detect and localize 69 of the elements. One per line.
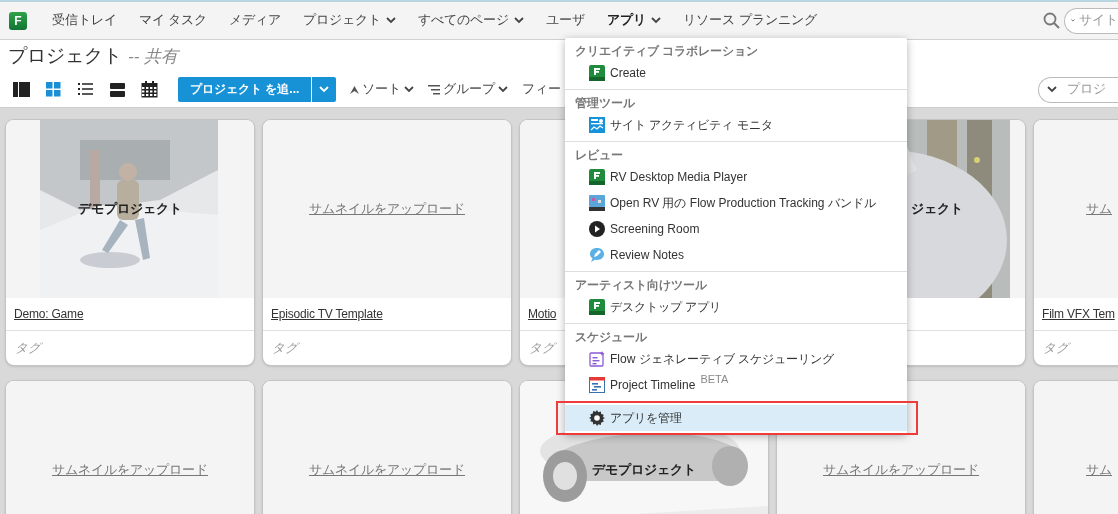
settings-icon	[589, 410, 605, 426]
group-button[interactable]: グループ	[428, 81, 509, 98]
menu-section-heading: 管理ツール	[574, 95, 636, 112]
menu-item[interactable]: サイト アクティビティ モニタ	[565, 112, 907, 138]
chevron-down-icon	[319, 86, 330, 93]
nav-tab[interactable]: プロジェクト	[292, 12, 408, 29]
app-logo-icon	[589, 169, 605, 185]
nav-tab[interactable]: ユーザ	[535, 12, 597, 29]
upload-thumbnail-link[interactable]: サムネイルをアップロード	[309, 461, 465, 479]
tag-placeholder: タグ	[529, 339, 555, 357]
tag-placeholder: タグ	[15, 339, 41, 357]
upload-thumbnail-link[interactable]: サムネイルをアップロード	[52, 461, 208, 479]
nav-tab[interactable]: 受信トレイ	[41, 12, 128, 29]
sort-icon	[350, 85, 360, 94]
add-options-button[interactable]	[312, 77, 337, 102]
nav-tab[interactable]: マイ タスク	[128, 12, 219, 29]
chevron-down-icon	[1047, 86, 1057, 93]
timeline-icon	[589, 377, 605, 393]
app-logo-icon	[589, 299, 605, 315]
dashboard-icon	[589, 117, 605, 133]
nav-tab[interactable]: すべてのページ	[407, 12, 536, 29]
app-logo[interactable]: F	[9, 11, 27, 30]
upload-thumbnail-link[interactable]: サムネイルをアップロード	[309, 200, 465, 218]
play-icon	[589, 221, 605, 237]
menu-item[interactable]: RV Desktop Media Player	[565, 164, 907, 190]
menu-item[interactable]: Flow ジェネレーティブ スケジューリング	[565, 346, 907, 372]
project-card[interactable]: サムネイルをアップロード	[263, 381, 511, 514]
menu-item[interactable]: デスクトップ アプリ	[565, 294, 907, 320]
chevron-down-icon	[404, 86, 415, 93]
project-card[interactable]: サムネイルをアップロード	[6, 381, 254, 514]
page-title: プロジェクト	[8, 44, 122, 68]
thumbnail-caption: デモプロジェクト	[78, 200, 182, 218]
filter-button[interactable]: フィー	[522, 81, 562, 98]
nav-tab[interactable]: メディア	[218, 12, 293, 29]
project-card[interactable]: サム	[1034, 381, 1118, 514]
upload-thumbnail-link[interactable]: サム	[1086, 200, 1112, 218]
menu-item[interactable]: Review Notes	[565, 242, 907, 268]
device-icon	[589, 195, 605, 211]
project-card[interactable]: サムネイルをアップロード Episodic TV Template タグ	[263, 120, 511, 365]
thumbnail-caption: デモプロジェクト	[592, 461, 696, 479]
tag-placeholder: タグ	[272, 339, 298, 357]
menu-item[interactable]: Create	[565, 60, 907, 86]
thumbnail-caption: ジェクト	[911, 200, 963, 218]
project-title-link[interactable]: Episodic TV Template	[271, 307, 383, 321]
group-icon	[428, 84, 441, 95]
menu-item[interactable]: Screening Room	[565, 216, 907, 242]
app-logo-icon	[589, 65, 605, 81]
project-title-link[interactable]: Film VFX Tem	[1042, 307, 1115, 321]
menu-section-heading: スケジュール	[574, 329, 648, 346]
menu-section-heading: アーティスト向けツール	[574, 277, 708, 294]
upload-thumbnail-link[interactable]: サム	[1086, 461, 1112, 479]
chevron-down-icon	[498, 86, 509, 93]
nav-tab[interactable]: リソース プランニング	[672, 12, 828, 29]
project-card[interactable]: デモプロジェクト Demo: Game タグ	[6, 120, 254, 365]
menu-item[interactable]: Open RV 用の Flow Production Tracking バンドル	[565, 190, 907, 216]
project-card[interactable]: サム Film VFX Tem タグ	[1034, 120, 1118, 365]
project-title-link[interactable]: Motio	[528, 307, 557, 321]
speech-bubble-pencil-icon	[589, 247, 605, 263]
schedule-list-icon	[589, 351, 605, 367]
nav-tab[interactable]: アプリ	[596, 12, 673, 29]
page-subtitle: -- 共有	[128, 45, 179, 68]
menu-section-heading: クリエイティブ コラボレーション	[574, 43, 760, 60]
tag-placeholder: タグ	[1043, 339, 1069, 357]
menu-section-heading: レビュー	[574, 147, 624, 164]
menu-item[interactable]: アプリを管理	[565, 405, 907, 431]
project-title-link[interactable]: Demo: Game	[14, 307, 84, 321]
sort-button[interactable]: ソート	[350, 81, 415, 98]
search-icon[interactable]	[1043, 12, 1060, 29]
upload-thumbnail-link[interactable]: サムネイルをアップロード	[823, 461, 979, 479]
